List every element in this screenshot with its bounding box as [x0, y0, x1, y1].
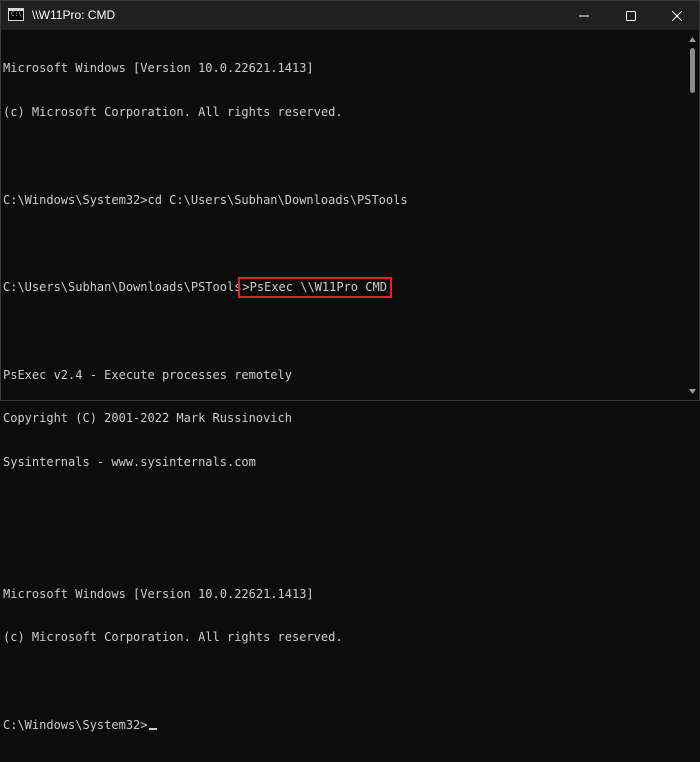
maximize-icon — [626, 10, 636, 21]
console-line: C:\Windows\System32>cd C:\Users\Subhan\D… — [3, 192, 408, 207]
console-line: Microsoft Windows [Version 10.0.22621.14… — [3, 586, 314, 601]
terminal-icon: C:\ — [8, 8, 24, 21]
maximize-button[interactable] — [608, 1, 654, 30]
close-button[interactable] — [654, 1, 700, 30]
text-cursor — [148, 727, 157, 730]
console-line-psexec: C:\Users\Subhan\Downloads\PSTools>PsExec… — [3, 277, 687, 298]
console-line: PsExec v2.4 - Execute processes remotely — [3, 367, 292, 382]
terminal-window: C:\ \\W11Pro: CMD Microsoft Windows [Ver… — [0, 0, 700, 732]
scroll-up-icon — [689, 36, 696, 42]
console-prompt-line[interactable]: C:\Windows\System32> — [3, 718, 687, 733]
console-line: Sysinternals - www.sysinternals.com — [3, 455, 256, 470]
console-output[interactable]: Microsoft Windows [Version 10.0.22621.14… — [1, 30, 687, 732]
window-title: \\W11Pro: CMD — [32, 8, 116, 22]
close-icon — [672, 10, 682, 21]
console-line: Microsoft Windows [Version 10.0.22621.14… — [3, 61, 314, 76]
console-line: (c) Microsoft Corporation. All rights re… — [3, 104, 343, 119]
vertical-scrollbar[interactable] — [686, 30, 699, 400]
scrollbar-thumb[interactable] — [690, 48, 695, 93]
console-line: (c) Microsoft Corporation. All rights re… — [3, 630, 343, 645]
scroll-down-icon — [689, 388, 696, 394]
prompt-path: C:\Users\Subhan\Downloads\PSTools — [3, 280, 242, 295]
title-bar[interactable]: C:\ \\W11Pro: CMD — [1, 1, 699, 30]
minimize-button[interactable] — [561, 1, 607, 30]
minimize-icon — [579, 15, 589, 16]
console-line: Copyright (C) 2001-2022 Mark Russinovich — [3, 411, 292, 426]
highlighted-command: >PsExec \\W11Pro CMD — [238, 277, 392, 298]
current-prompt: C:\Windows\System32> — [3, 717, 148, 732]
scroll-up-button[interactable] — [686, 32, 699, 46]
scroll-down-button[interactable] — [686, 384, 699, 398]
